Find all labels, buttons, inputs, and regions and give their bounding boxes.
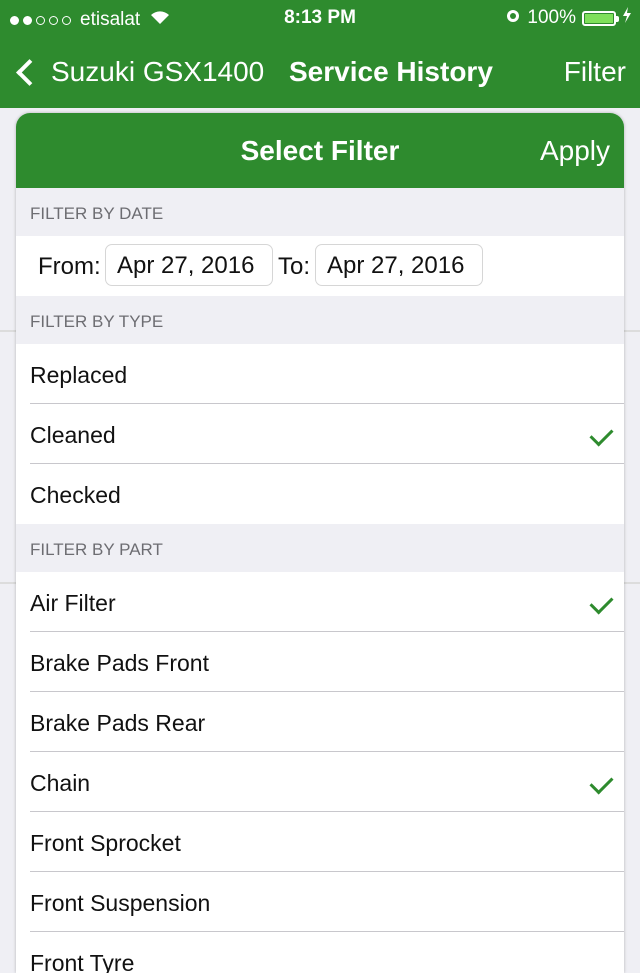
checkmark-icon bbox=[589, 590, 614, 615]
navigation-bar: Suzuki GSX1400 Service History Filter bbox=[0, 38, 640, 108]
section-header-type: FILTER BY TYPE bbox=[16, 296, 624, 344]
part-list-item[interactable]: Front Tyre bbox=[16, 932, 624, 973]
part-item-label: Brake Pads Rear bbox=[30, 710, 206, 736]
date-range-row: From: Apr 27, 2016 To: Apr 27, 2016 bbox=[16, 236, 624, 296]
checkmark-icon bbox=[589, 770, 614, 795]
battery-icon bbox=[582, 10, 619, 26]
apply-button[interactable]: Apply bbox=[540, 135, 610, 167]
battery-area: 100% bbox=[505, 7, 632, 29]
battery-percent: 100% bbox=[527, 7, 576, 28]
part-item-label: Front Tyre bbox=[30, 950, 135, 973]
back-button[interactable]: Suzuki GSX1400 bbox=[14, 56, 264, 88]
back-button-label: Suzuki GSX1400 bbox=[51, 56, 265, 87]
alarm-icon bbox=[505, 7, 521, 29]
part-item-label: Chain bbox=[30, 770, 91, 796]
section-header-part: FILTER BY PART bbox=[16, 524, 624, 572]
part-list-item[interactable]: Front Sprocket bbox=[16, 812, 624, 872]
charging-bolt-icon bbox=[622, 7, 632, 29]
select-filter-modal: Select Filter Apply FILTER BY DATE From:… bbox=[16, 113, 624, 973]
part-list-item[interactable]: Air Filter bbox=[16, 572, 624, 632]
from-date-field[interactable]: Apr 27, 2016 bbox=[105, 244, 273, 286]
modal-header: Select Filter Apply bbox=[16, 113, 624, 188]
section-header-date: FILTER BY DATE bbox=[16, 188, 624, 236]
type-item-label: Replaced bbox=[30, 362, 128, 388]
type-list-item[interactable]: Checked bbox=[16, 464, 624, 524]
part-item-label: Brake Pads Front bbox=[30, 650, 209, 676]
part-list-item[interactable]: Front Suspension bbox=[16, 872, 624, 932]
modal-title: Select Filter bbox=[240, 135, 400, 166]
part-item-label: Air Filter bbox=[30, 590, 116, 616]
to-label: To: bbox=[278, 253, 311, 280]
type-item-label: Cleaned bbox=[30, 422, 116, 448]
part-list-item[interactable]: Chain bbox=[16, 752, 624, 812]
part-list: Air Filter Brake Pads Front Brake Pads Rea… bbox=[16, 572, 624, 973]
status-bar: etisalat 8:13 PM 100% bbox=[0, 0, 640, 38]
part-item-label: Front Sprocket bbox=[30, 830, 181, 856]
from-label: From: bbox=[38, 253, 101, 280]
type-list: Replaced Cleaned Checked bbox=[16, 344, 624, 524]
part-list-item[interactable]: Brake Pads Rear bbox=[16, 692, 624, 752]
chevron-left-icon bbox=[16, 58, 43, 86]
part-list-item[interactable]: Brake Pads Front bbox=[16, 632, 624, 692]
page-title: Service History bbox=[289, 56, 493, 87]
checkmark-icon bbox=[589, 422, 614, 447]
filter-button[interactable]: Filter bbox=[564, 56, 626, 88]
type-item-label: Checked bbox=[30, 482, 121, 508]
part-item-label: Front Suspension bbox=[30, 890, 211, 916]
to-date-field[interactable]: Apr 27, 2016 bbox=[315, 244, 483, 286]
type-list-item[interactable]: Replaced bbox=[16, 344, 624, 404]
type-list-item[interactable]: Cleaned bbox=[16, 404, 624, 464]
